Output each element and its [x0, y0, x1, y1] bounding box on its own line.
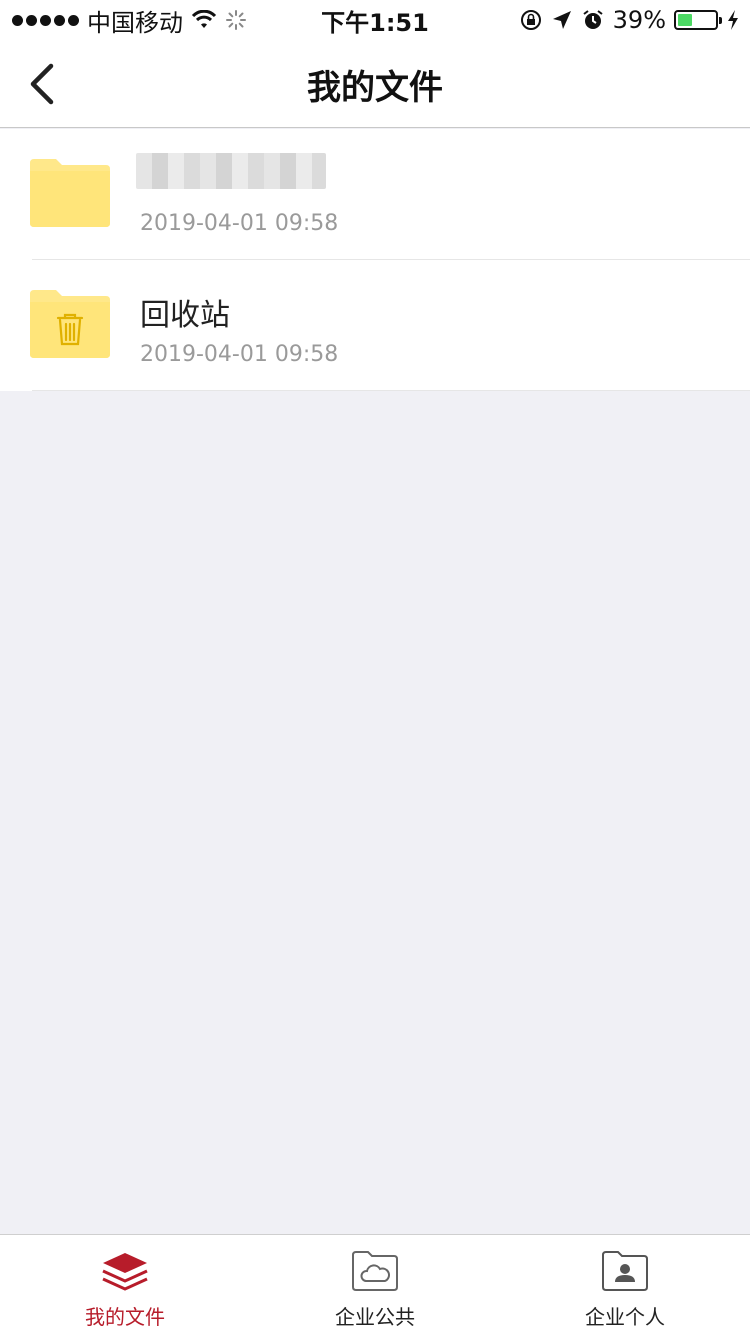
file-row-folder[interactable]: 2019-04-01 09:58 [0, 129, 750, 260]
blurred-file-name [136, 153, 326, 189]
folder-icon [30, 159, 110, 227]
trash-folder-icon [30, 290, 110, 358]
file-list: 2019-04-01 09:58 回收站 2019-04-01 09:58 [0, 129, 750, 391]
battery-percent: 39% [612, 6, 666, 34]
file-row-recycle-bin[interactable]: 回收站 2019-04-01 09:58 [0, 260, 750, 391]
file-name: 回收站 [140, 298, 230, 333]
rotation-lock-icon [520, 10, 541, 30]
battery-icon [674, 10, 722, 30]
status-bar: 中国移动 下午1:51 39% [0, 0, 750, 40]
tab-enterprise-public[interactable]: 企业公共 [250, 1235, 500, 1334]
status-right: 39% [519, 0, 740, 40]
cloud-folder-icon [352, 1251, 398, 1291]
file-date: 2019-04-01 09:58 [140, 211, 339, 236]
layers-icon [102, 1253, 148, 1291]
battery-fill [678, 14, 693, 26]
nav-bar: 我的文件 [0, 40, 750, 128]
person-folder-icon [602, 1251, 648, 1291]
tab-label: 企业公共 [335, 1305, 415, 1329]
page-title: 我的文件 [307, 67, 443, 108]
location-icon [552, 11, 571, 29]
row-divider [32, 390, 750, 391]
alarm-icon [583, 10, 603, 29]
tab-bar: 我的文件 企业公共 企业个人 [0, 1234, 750, 1334]
file-date: 2019-04-01 09:58 [140, 342, 339, 367]
tab-label: 我的文件 [85, 1305, 165, 1329]
tab-enterprise-personal[interactable]: 企业个人 [500, 1235, 750, 1334]
tab-my-files[interactable]: 我的文件 [0, 1235, 250, 1334]
charging-icon [728, 10, 738, 30]
tab-label: 企业个人 [585, 1305, 665, 1329]
